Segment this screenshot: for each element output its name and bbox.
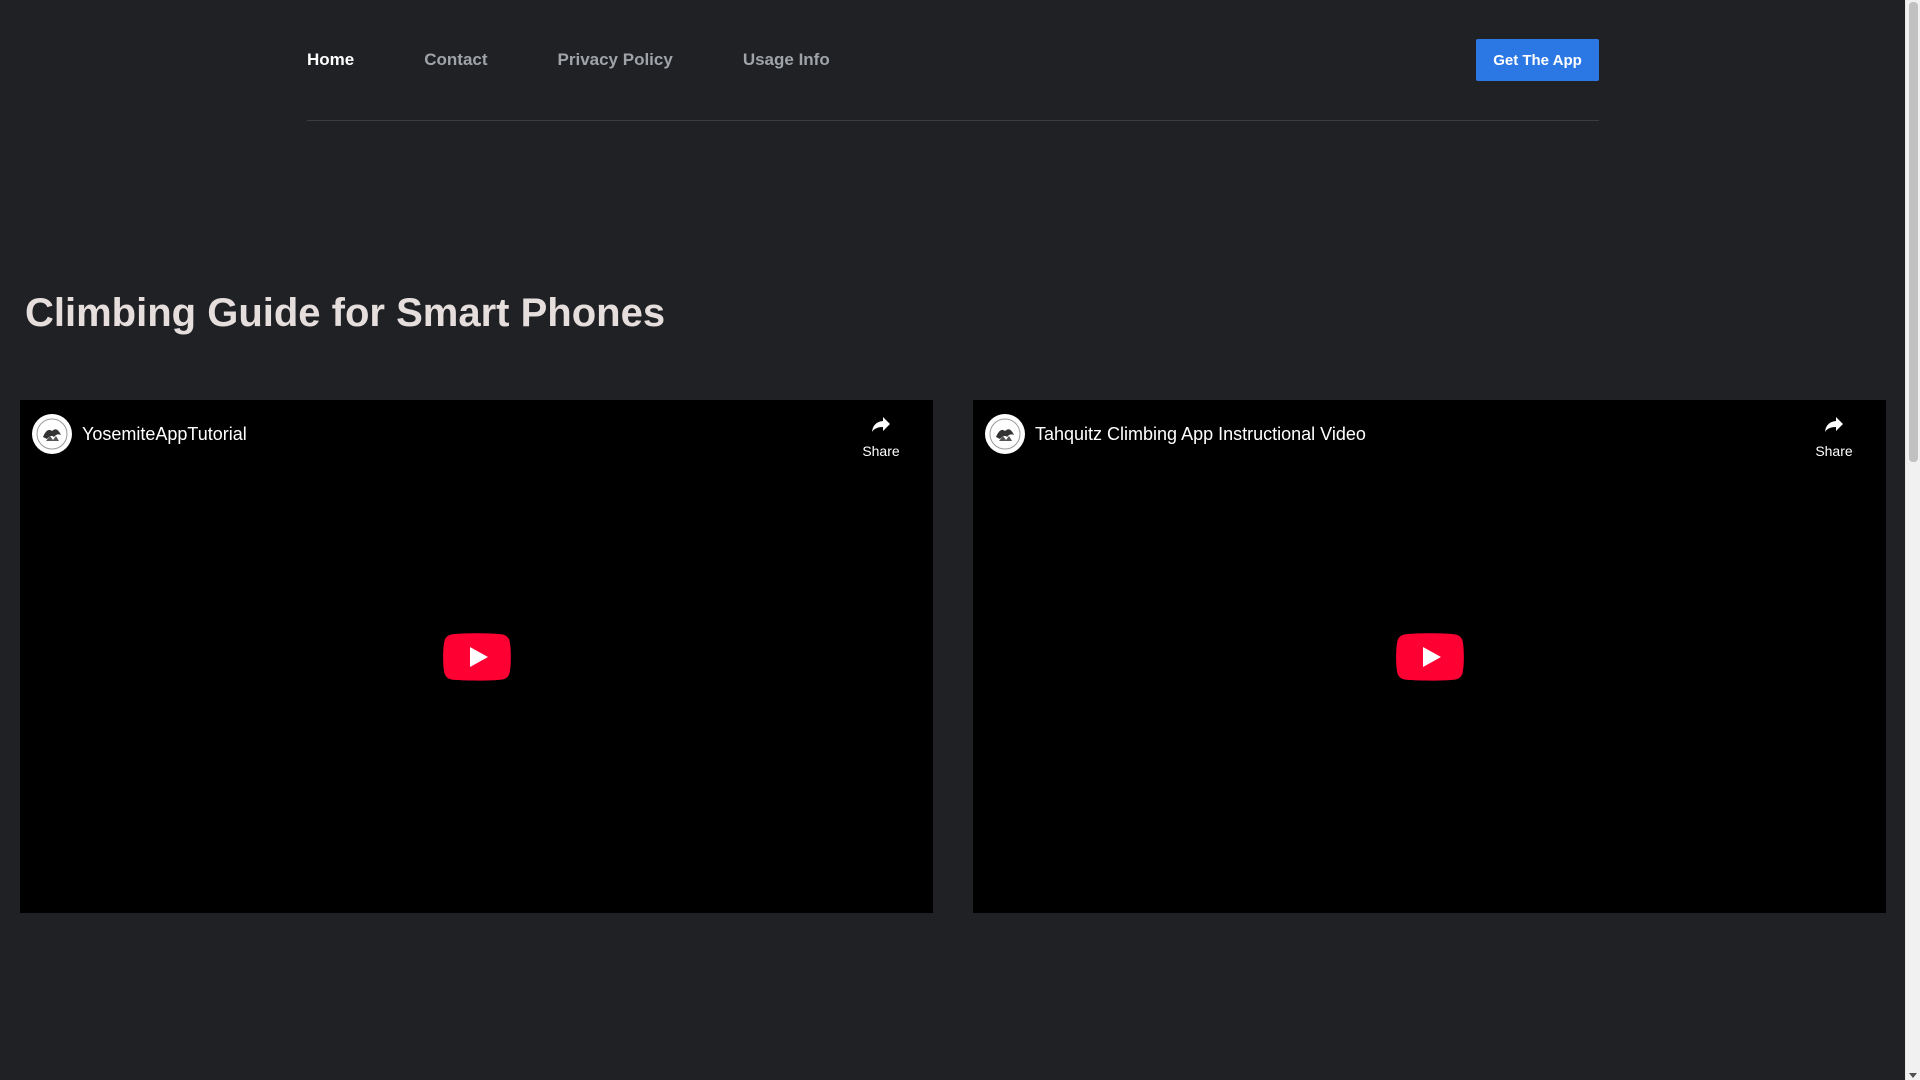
video-player-yosemite[interactable]: YosemiteAppTutorial Share (20, 400, 933, 913)
share-icon (1822, 412, 1846, 441)
video-player-tahquitz[interactable]: Tahquitz Climbing App Instructional Vide… (973, 400, 1886, 913)
video-title[interactable]: Tahquitz Climbing App Instructional Vide… (1035, 423, 1366, 445)
page-scrollbar[interactable] (1905, 0, 1920, 1080)
nav-link-contact[interactable]: Contact (424, 49, 487, 71)
nav-link-privacy-policy[interactable]: Privacy Policy (558, 49, 673, 71)
nav-link-home[interactable]: Home (307, 49, 354, 71)
youtube-play-icon[interactable] (1395, 632, 1464, 681)
share-button[interactable]: Share (1810, 412, 1858, 459)
share-icon (869, 412, 893, 441)
scrollbar-thumb[interactable] (1909, 2, 1918, 462)
youtube-play-icon[interactable] (442, 632, 511, 681)
channel-avatar-icon[interactable] (32, 414, 72, 454)
channel-avatar-icon[interactable] (985, 414, 1025, 454)
get-the-app-button[interactable]: Get The App (1476, 39, 1599, 81)
scroll-down-arrow-icon[interactable] (1909, 1073, 1917, 1078)
page-title: Climbing Guide for Smart Phones (25, 291, 666, 335)
video-grid: YosemiteAppTutorial Share Tahquitz Climb… (20, 400, 1886, 913)
nav-link-usage-info[interactable]: Usage Info (743, 49, 830, 71)
share-label: Share (862, 443, 900, 459)
video-header: Tahquitz Climbing App Instructional Vide… (985, 412, 1874, 459)
share-button[interactable]: Share (857, 412, 905, 459)
video-title[interactable]: YosemiteAppTutorial (82, 423, 247, 445)
site-header: Home Contact Privacy Policy Usage Info G… (307, 0, 1599, 121)
video-header: YosemiteAppTutorial Share (32, 412, 921, 459)
share-label: Share (1815, 443, 1853, 459)
main-nav: Home Contact Privacy Policy Usage Info (307, 49, 900, 71)
